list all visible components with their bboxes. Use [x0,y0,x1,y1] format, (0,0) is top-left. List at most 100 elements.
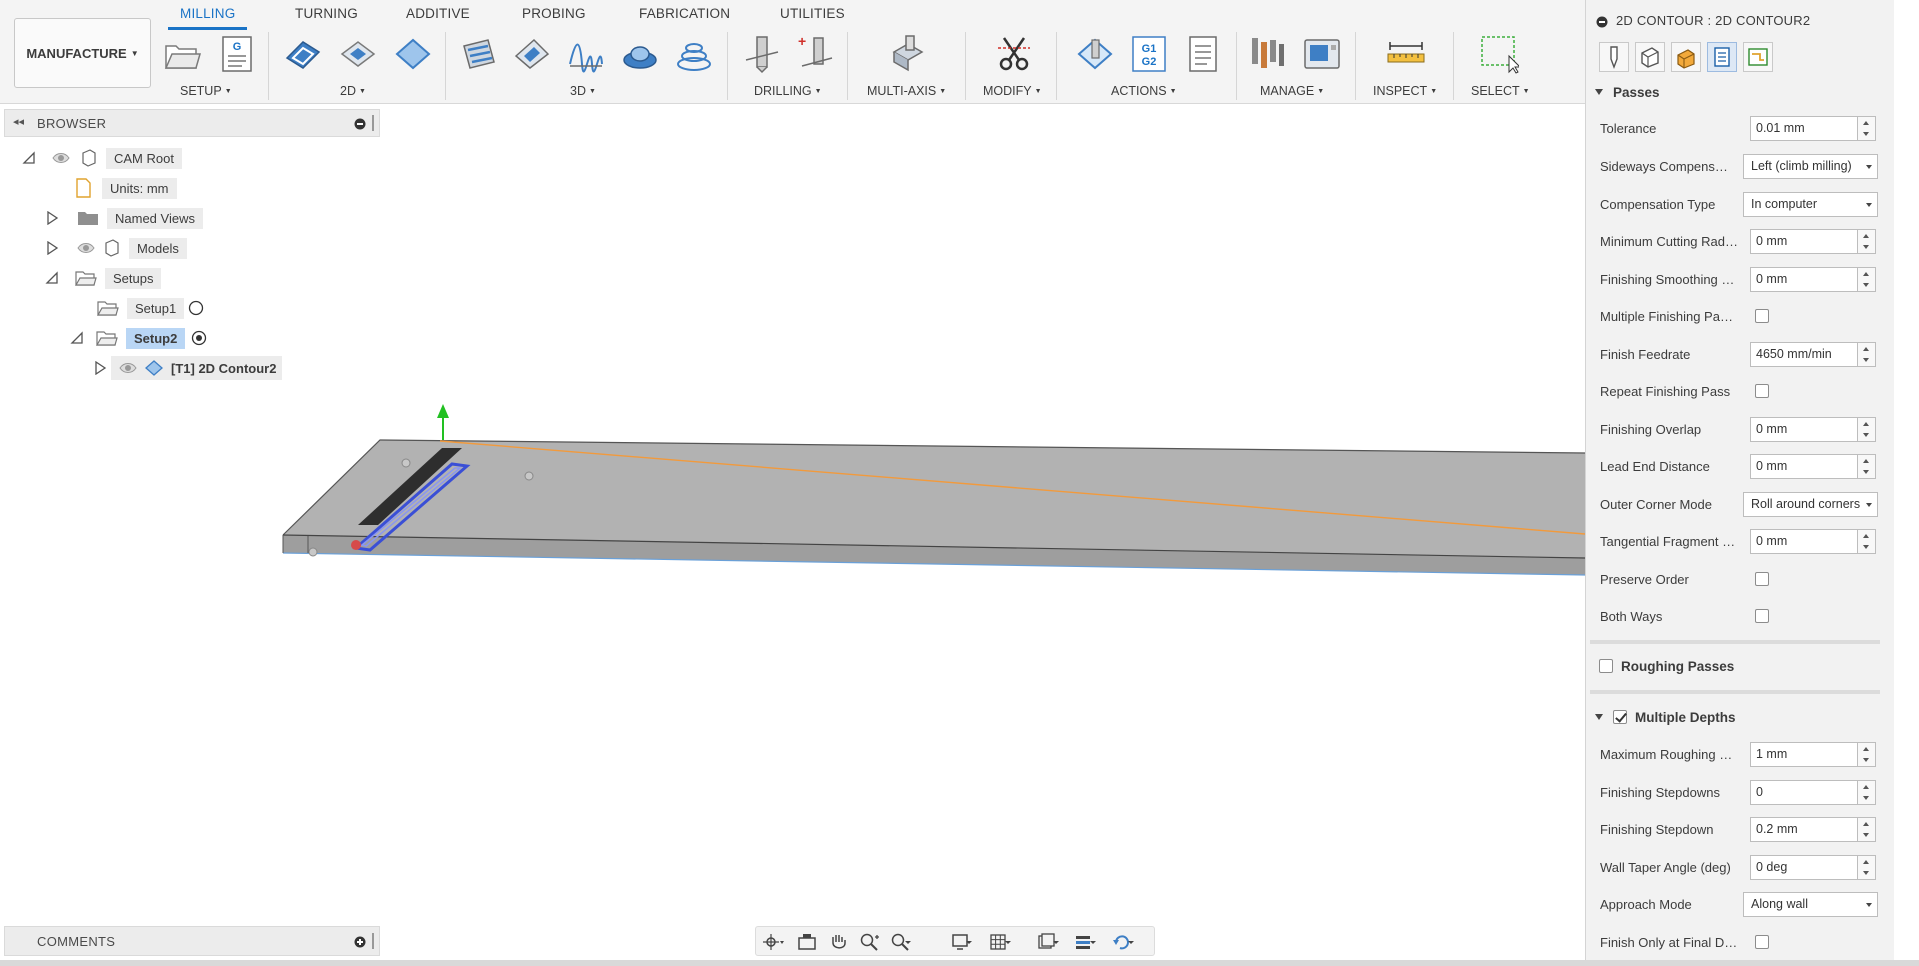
eye-icon[interactable] [119,361,137,375]
finishing-stepdown-input[interactable]: 0.2 mm [1750,817,1858,842]
lead-end-distance-input[interactable]: 0 mm [1750,454,1858,479]
zoom-window-icon[interactable] [890,932,912,952]
tab-tool[interactable] [1599,42,1629,72]
setup-sheet-icon[interactable] [1183,34,1223,74]
tab-utilities[interactable]: UTILITIES [780,6,845,21]
expanded-triangle-icon[interactable] [22,151,36,165]
orbit-icon[interactable] [762,932,784,952]
actions-group-label[interactable]: ACTIONS ▼ [1111,84,1177,98]
eye-icon[interactable] [77,241,95,255]
tree-item-named-views[interactable]: Named Views [45,205,203,231]
sideways-compensation-select[interactable]: Left (climb milling) [1743,154,1878,179]
3d-pocket-icon[interactable] [512,34,552,74]
finishing-stepdowns-input[interactable]: 0 [1750,780,1858,805]
finish-feedrate-input[interactable]: 4650 mm/min [1750,342,1858,367]
tree-item-cam-root[interactable]: CAM Root [22,145,182,171]
wall-taper-angle-input[interactable]: 0 deg [1750,855,1858,880]
spinner-icon[interactable] [1858,116,1876,141]
3d-contour-icon[interactable] [674,34,714,74]
2d-adaptive-icon[interactable] [283,34,323,74]
max-roughing-stepdown-input[interactable]: 1 mm [1750,742,1858,767]
collapsed-triangle-icon[interactable] [93,361,107,375]
viewports-icon[interactable] [1037,932,1059,952]
machine-library-icon[interactable] [1302,34,1342,74]
look-at-icon[interactable] [796,932,818,952]
zoom-icon[interactable] [859,932,881,952]
drilling-group-label[interactable]: DRILLING ▼ [754,84,822,98]
finish-only-at-final-depth-checkbox[interactable] [1755,935,1769,949]
tab-heights[interactable] [1671,42,1701,72]
finishing-overlap-input[interactable]: 0 mm [1750,417,1858,442]
finishing-smoothing-input[interactable]: 0 mm [1750,267,1858,292]
layers-icon[interactable] [1074,932,1096,952]
section-passes-header[interactable]: Passes [1595,79,1660,105]
spinner-icon[interactable] [1858,229,1876,254]
tangential-fragment-input[interactable]: 0 mm [1750,529,1858,554]
tab-passes[interactable] [1707,42,1737,72]
browser-panel-header[interactable]: ◂◂ BROWSER [4,109,380,137]
3d-parallel-icon[interactable] [566,34,606,74]
spinner-icon[interactable] [1858,529,1876,554]
plus-circle-icon[interactable] [354,936,366,948]
active-radio-icon[interactable] [191,330,207,346]
manage-group-label[interactable]: MANAGE ▼ [1260,84,1324,98]
spinner-icon[interactable] [1858,342,1876,367]
post-process-icon[interactable]: G1 G2 [1129,34,1169,74]
minus-circle-icon[interactable] [354,118,366,130]
panel-resize-handle[interactable] [372,115,374,131]
spinner-icon[interactable] [1858,855,1876,880]
measure-icon[interactable] [1386,34,1426,74]
tree-item-setups[interactable]: Setups [45,265,162,291]
modify-group-label[interactable]: MODIFY ▼ [983,84,1042,98]
collapse-circle-icon[interactable] [1596,16,1608,28]
roughing-passes-checkbox[interactable] [1599,659,1613,673]
spinner-icon[interactable] [1858,267,1876,292]
panel-resize-handle[interactable] [372,933,374,949]
inspect-group-label[interactable]: INSPECT ▼ [1373,84,1437,98]
tree-item-setup1[interactable]: Setup1 [97,295,204,321]
refresh-icon[interactable] [1112,932,1134,952]
section-multiple-depths-header[interactable]: Multiple Depths [1595,704,1736,730]
collapse-panel-icon[interactable]: ◂◂ [13,115,24,128]
multi-axis-group-label[interactable]: MULTI-AXIS ▼ [867,84,946,98]
approach-mode-select[interactable]: Along wall [1743,892,1878,917]
tree-item-units[interactable]: Units: mm [74,175,177,201]
workspace-switcher-button[interactable]: MANUFACTURE ▼ [14,18,151,88]
pan-hand-icon[interactable] [828,932,850,952]
spinner-icon[interactable] [1858,742,1876,767]
tab-geometry[interactable] [1635,42,1665,72]
hole-recognition-icon[interactable]: + [796,34,836,74]
2d-contour-icon[interactable] [393,34,433,74]
both-ways-checkbox[interactable] [1755,609,1769,623]
tree-item-setup2[interactable]: Setup2 [70,325,207,351]
setup-group-label[interactable]: SETUP ▼ [180,84,232,98]
display-settings-icon[interactable] [951,932,973,952]
preserve-order-checkbox[interactable] [1755,572,1769,586]
model-canvas[interactable] [0,104,1585,960]
properties-scroll-area[interactable] [1894,0,1919,960]
comments-panel-header[interactable]: COMMENTS [4,926,380,956]
2d-pocket-icon[interactable] [338,34,378,74]
scissors-icon[interactable] [994,34,1034,74]
tab-milling[interactable]: MILLING [167,6,248,30]
tab-linking[interactable] [1743,42,1773,72]
compensation-type-select[interactable]: In computer [1743,192,1878,217]
tab-probing[interactable]: PROBING [522,6,586,21]
repeat-finishing-pass-checkbox[interactable] [1755,384,1769,398]
section-roughing-header[interactable]: Roughing Passes [1599,653,1734,679]
folder-setup-icon[interactable] [162,34,202,74]
tree-item-models[interactable]: Models [45,235,187,261]
multi-axis-icon[interactable] [888,34,928,74]
collapsed-triangle-icon[interactable] [45,241,59,255]
spinner-icon[interactable] [1858,417,1876,442]
window-select-icon[interactable] [1479,34,1519,74]
expanded-triangle-icon[interactable] [45,271,59,285]
collapsed-triangle-icon[interactable] [45,211,59,225]
tree-item-2d-contour2[interactable]: [T1] 2D Contour2 [93,355,283,381]
tab-turning[interactable]: TURNING [295,6,358,21]
3d-scallop-icon[interactable] [620,34,660,74]
spinner-icon[interactable] [1858,454,1876,479]
simulate-icon[interactable] [1075,34,1115,74]
spinner-icon[interactable] [1858,780,1876,805]
spinner-icon[interactable] [1858,817,1876,842]
